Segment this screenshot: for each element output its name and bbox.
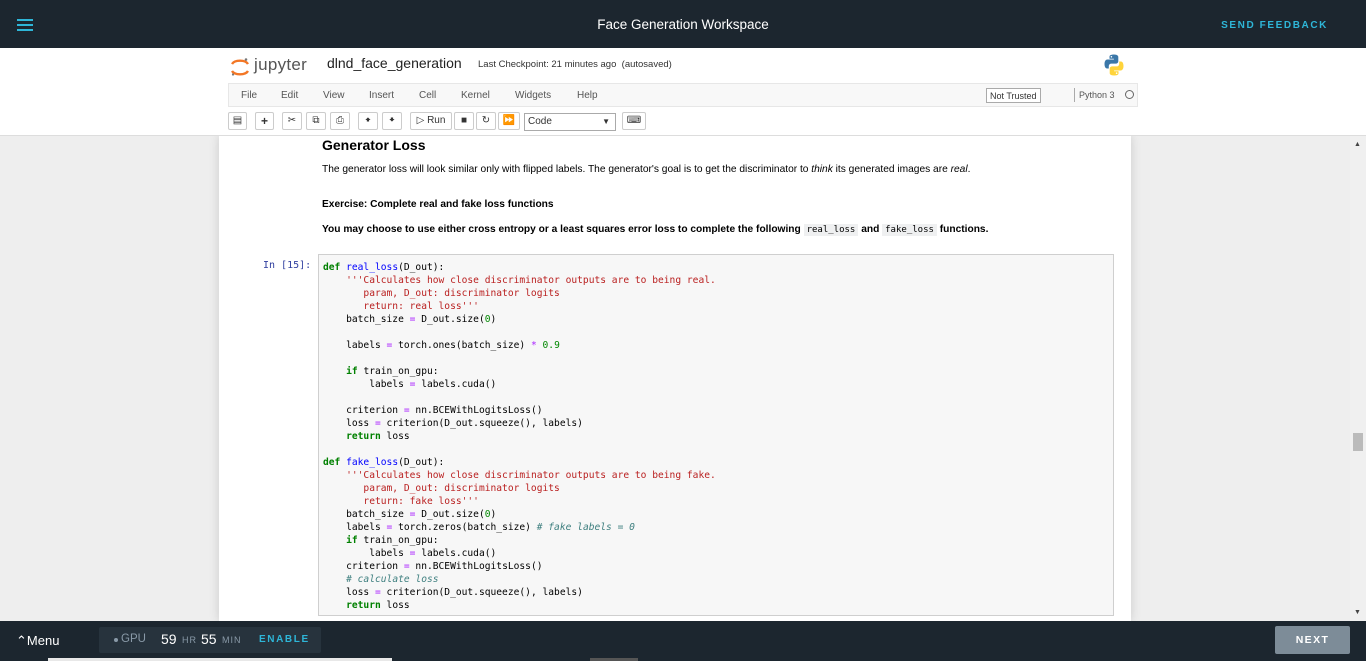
copy-icon: ⧉ [312, 115, 320, 126]
arrow-up-icon: 🠹 [364, 115, 372, 126]
menu-help[interactable]: Help [577, 90, 598, 101]
cell-type-value: Code [528, 116, 552, 127]
autosave-text: (autosaved) [621, 59, 672, 70]
para1-text-a: The generator loss will look similar onl… [322, 164, 812, 175]
scroll-down-arrow-icon[interactable]: ▼ [1354, 609, 1361, 616]
exercise-heading: Exercise: Complete real and fake loss fu… [322, 199, 554, 210]
gpu-minutes-unit: MIN [222, 635, 242, 645]
save-button[interactable]: ▤ [228, 112, 247, 130]
markdown-paragraph-1: The generator loss will look similar onl… [322, 164, 970, 175]
gpu-label: GPU [121, 633, 146, 645]
notebook-page: Generator Loss The generator loss will l… [219, 136, 1131, 621]
workspace-title: Face Generation Workspace [597, 17, 769, 32]
jupyter-header: jupyter dlnd_face_generation Last Checkp… [0, 48, 1366, 136]
paste-button[interactable]: ⎙ [330, 112, 350, 130]
save-icon: ▤ [232, 115, 243, 126]
run-label: Run [427, 115, 446, 126]
run-button[interactable]: ▷ Run [410, 112, 452, 130]
checkpoint-status: Last Checkpoint: 21 minutes ago (autosav… [478, 59, 672, 70]
menu-file[interactable]: File [241, 90, 257, 101]
send-feedback-link[interactable]: SEND FEEDBACK [1221, 20, 1328, 31]
scissors-icon: ✂ [287, 115, 297, 126]
inline-code-real-loss: real_loss [803, 224, 859, 236]
cut-button[interactable]: ✂ [282, 112, 302, 130]
move-down-button[interactable]: 🠻 [382, 112, 402, 130]
vertical-scrollbar[interactable]: ▲ ▼ [1350, 136, 1366, 621]
refresh-icon: ↻ [481, 115, 491, 126]
jupyter-logo-icon [230, 58, 250, 76]
gpu-status-dot-icon [114, 638, 118, 642]
caret-down-icon: ▼ [602, 117, 610, 126]
para1-text-b: its generated images are [832, 164, 951, 175]
keyboard-icon: ⌨ [626, 115, 642, 126]
checkpoint-text: Last Checkpoint: 21 minutes ago [478, 59, 617, 70]
paste-icon: ⎙ [336, 115, 344, 126]
menu-button[interactable]: ⌃Menu [16, 633, 59, 649]
chevron-up-icon: ⌃ [16, 633, 27, 648]
kernel-separator [1074, 88, 1075, 102]
code-content[interactable]: def real_loss(D_out): '''Calculates how … [323, 261, 716, 612]
gpu-time-panel: GPU 59 HR 55 MIN ENABLE [99, 627, 321, 653]
scroll-up-arrow-icon[interactable]: ▲ [1354, 141, 1361, 148]
enable-gpu-button[interactable]: ENABLE [259, 634, 310, 645]
scrollbar-thumb[interactable] [1353, 433, 1363, 451]
menu-label: Menu [26, 633, 60, 648]
restart-button[interactable]: ↻ [476, 112, 496, 130]
command-palette-button[interactable]: ⌨ [622, 112, 646, 130]
para1-real: real [950, 164, 968, 175]
fast-forward-icon: ⏩ [502, 115, 516, 126]
code-cell-editor[interactable]: def real_loss(D_out): '''Calculates how … [318, 254, 1114, 616]
menu-kernel[interactable]: Kernel [461, 90, 490, 101]
not-trusted-badge[interactable]: Not Trusted [986, 88, 1041, 103]
notebook-name[interactable]: dlnd_face_generation [327, 55, 462, 71]
notebook-area[interactable]: Generator Loss The generator loss will l… [0, 136, 1350, 621]
para2-and: and [858, 224, 883, 235]
move-up-button[interactable]: 🠹 [358, 112, 378, 130]
menu-cell[interactable]: Cell [419, 90, 436, 101]
gpu-hours: 59 [161, 631, 177, 647]
kernel-name: Python 3 [1079, 90, 1115, 100]
jupyter-logo-text: jupyter [254, 55, 308, 74]
arrow-down-icon: 🠻 [388, 115, 396, 126]
markdown-heading: Generator Loss [322, 137, 426, 153]
app-top-bar: Face Generation Workspace SEND FEEDBACK [0, 0, 1366, 48]
workspace-bottom-bar: ⌃Menu GPU 59 HR 55 MIN ENABLE NEXT [0, 621, 1366, 661]
notebook-toolbar: ▤ + ✂ ⧉ ⎙ 🠹 🠻 ▷ Run ■ ↻ ⏩ Code ▼ ⌨ [228, 110, 1138, 134]
cell-input-prompt: In [15]: [263, 260, 312, 271]
para1-text-c: . [967, 164, 971, 175]
inline-code-fake-loss: fake_loss [882, 224, 937, 236]
gpu-minutes: 55 [201, 631, 217, 647]
para2-text-b: functions. [936, 224, 989, 235]
restart-run-all-button[interactable]: ⏩ [498, 112, 520, 130]
menu-widgets[interactable]: Widgets [515, 90, 551, 101]
para1-think: think [811, 164, 833, 175]
step-forward-icon: ▷ [416, 115, 425, 126]
notebook-menubar: File Edit View Insert Cell Kernel Widget… [228, 83, 1138, 107]
plus-icon: + [260, 114, 268, 128]
para2-text-a: You may choose to use either cross entro… [322, 224, 804, 235]
stop-icon: ■ [460, 115, 468, 126]
insert-cell-button[interactable]: + [255, 112, 274, 130]
menu-insert[interactable]: Insert [369, 90, 394, 101]
python-logo-icon [1104, 54, 1124, 76]
gpu-hours-unit: HR [182, 635, 197, 645]
next-button[interactable]: NEXT [1275, 626, 1350, 654]
cell-type-select[interactable]: Code ▼ [524, 113, 616, 131]
markdown-paragraph-2: You may choose to use either cross entro… [322, 224, 989, 236]
kernel-idle-indicator-icon [1125, 90, 1134, 99]
menu-edit[interactable]: Edit [281, 90, 298, 101]
menu-view[interactable]: View [323, 90, 345, 101]
copy-button[interactable]: ⧉ [306, 112, 326, 130]
interrupt-button[interactable]: ■ [454, 112, 474, 130]
